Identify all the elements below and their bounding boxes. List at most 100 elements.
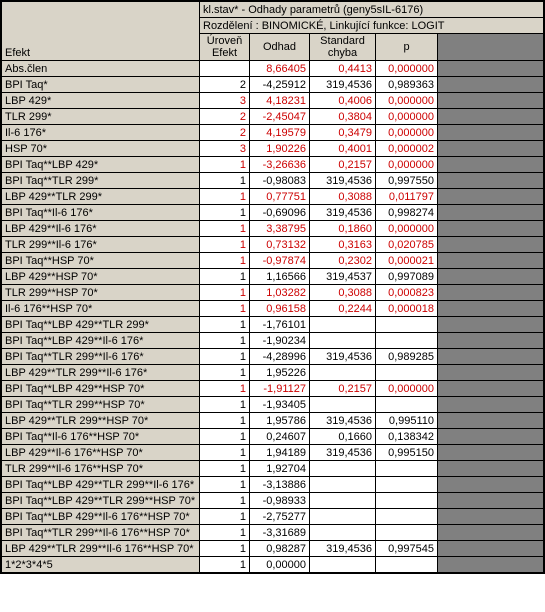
- cell-p: [376, 525, 438, 541]
- cell-estimate: -1,90234: [250, 333, 310, 349]
- cell-level: 1: [200, 237, 250, 253]
- cell-level: 1: [200, 493, 250, 509]
- cell-estimate: 1,95786: [250, 413, 310, 429]
- cell-stderr: [310, 477, 376, 493]
- cell-p: 0,020785: [376, 237, 438, 253]
- cell-level: 1: [200, 445, 250, 461]
- cell-estimate: -3,13886: [250, 477, 310, 493]
- cell-level: 1: [200, 365, 250, 381]
- cell-filler: [438, 333, 544, 349]
- cell-filler: [438, 269, 544, 285]
- row-label: BPI Taq**LBP 429**Il-6 176*: [2, 333, 200, 349]
- cell-level: 1: [200, 509, 250, 525]
- cell-filler: [438, 541, 544, 557]
- cell-estimate: -0,69096: [250, 205, 310, 221]
- row-label: BPI Taq*: [2, 77, 200, 93]
- cell-level: 1: [200, 525, 250, 541]
- table-row: LBP 429**HSP 70*11,16566319,45370,997089: [2, 269, 544, 285]
- cell-level: 1: [200, 429, 250, 445]
- row-label: BPI Taq**Il-6 176*: [2, 205, 200, 221]
- col-level: ÚroveňEfekt: [200, 34, 250, 61]
- cell-level: 1: [200, 349, 250, 365]
- cell-estimate: -1,91127: [250, 381, 310, 397]
- row-label: Il-6 176**HSP 70*: [2, 301, 200, 317]
- cell-estimate: -4,28996: [250, 349, 310, 365]
- cell-stderr: 319,4537: [310, 269, 376, 285]
- cell-p: 0,997089: [376, 269, 438, 285]
- cell-level: 1: [200, 173, 250, 189]
- table-row: LBP 429**Il-6 176**HSP 70*11,94189319,45…: [2, 445, 544, 461]
- cell-filler: [438, 157, 544, 173]
- cell-level: 1: [200, 397, 250, 413]
- cell-stderr: [310, 525, 376, 541]
- cell-filler: [438, 93, 544, 109]
- cell-estimate: -0,97874: [250, 253, 310, 269]
- cell-stderr: 319,4536: [310, 445, 376, 461]
- cell-level: 1: [200, 557, 250, 573]
- cell-filler: [438, 413, 544, 429]
- cell-p: 0,000021: [376, 253, 438, 269]
- col-p: p: [376, 34, 438, 61]
- row-label: TLR 299**HSP 70*: [2, 285, 200, 301]
- row-label: LBP 429**Il-6 176*: [2, 221, 200, 237]
- cell-estimate: 0,00000: [250, 557, 310, 573]
- cell-estimate: 1,16566: [250, 269, 310, 285]
- cell-estimate: 1,90226: [250, 141, 310, 157]
- cell-filler: [438, 189, 544, 205]
- cell-filler: [438, 461, 544, 477]
- table-row: LBP 429**Il-6 176*13,387950,18600,000000: [2, 221, 544, 237]
- cell-stderr: 319,4536: [310, 205, 376, 221]
- table-row: BPI Taq*2-4,25912319,45360,989363: [2, 77, 544, 93]
- cell-stderr: 0,1660: [310, 429, 376, 445]
- row-label: TLR 299**Il-6 176**HSP 70*: [2, 461, 200, 477]
- cell-p: 0,000000: [376, 109, 438, 125]
- cell-stderr: 0,2302: [310, 253, 376, 269]
- cell-level: 1: [200, 301, 250, 317]
- table-row: BPI Taq**HSP 70*1-0,978740,23020,000021: [2, 253, 544, 269]
- cell-p: [376, 317, 438, 333]
- cell-level: 1: [200, 333, 250, 349]
- cell-p: 0,997550: [376, 173, 438, 189]
- cell-p: 0,989363: [376, 77, 438, 93]
- cell-level: 1: [200, 381, 250, 397]
- table-row: TLR 299**Il-6 176**HSP 70*11,92704: [2, 461, 544, 477]
- table-row: BPI Taq**TLR 299*1-0,98083319,45360,9975…: [2, 173, 544, 189]
- row-label: BPI Taq**LBP 429**Il-6 176**HSP 70*: [2, 509, 200, 525]
- cell-stderr: 0,4006: [310, 93, 376, 109]
- cell-estimate: -1,76101: [250, 317, 310, 333]
- cell-estimate: 4,18231: [250, 93, 310, 109]
- cell-estimate: -3,26636: [250, 157, 310, 173]
- cell-estimate: 3,38795: [250, 221, 310, 237]
- table-row: LBP 429**TLR 299**HSP 70*11,95786319,453…: [2, 413, 544, 429]
- cell-p: 0,000000: [376, 381, 438, 397]
- row-label: BPI Taq**TLR 299**Il-6 176*: [2, 349, 200, 365]
- row-label: BPI Taq**TLR 299*: [2, 173, 200, 189]
- cell-stderr: 0,4413: [310, 61, 376, 77]
- cell-level: 1: [200, 269, 250, 285]
- cell-level: 3: [200, 141, 250, 157]
- cell-p: 0,000000: [376, 61, 438, 77]
- table-row: LBP 429*34,182310,40060,000000: [2, 93, 544, 109]
- table-row: BPI Taq**TLR 299**Il-6 176*1-4,28996319,…: [2, 349, 544, 365]
- row-label: TLR 299*: [2, 109, 200, 125]
- table-row: BPI Taq**Il-6 176*1-0,69096319,45360,998…: [2, 205, 544, 221]
- cell-p: [376, 333, 438, 349]
- cell-level: [200, 61, 250, 77]
- row-label: LBP 429**TLR 299**Il-6 176*: [2, 365, 200, 381]
- cell-p: 0,998274: [376, 205, 438, 221]
- cell-level: 2: [200, 77, 250, 93]
- table-row: 1*2*3*4*510,00000: [2, 557, 544, 573]
- table-row: LBP 429**TLR 299**Il-6 176*11,95226: [2, 365, 544, 381]
- cell-level: 1: [200, 317, 250, 333]
- cell-estimate: 1,95226: [250, 365, 310, 381]
- cell-stderr: 319,4536: [310, 413, 376, 429]
- cell-stderr: 0,3163: [310, 237, 376, 253]
- cell-stderr: [310, 333, 376, 349]
- row-label: BPI Taq**HSP 70*: [2, 253, 200, 269]
- col-stderr: Standardchyba: [310, 34, 376, 61]
- cell-p: [376, 397, 438, 413]
- results-table: Efekt kl.stav* - Odhady parametrů (geny5…: [0, 0, 545, 574]
- cell-stderr: [310, 317, 376, 333]
- cell-filler: [438, 493, 544, 509]
- cell-stderr: [310, 557, 376, 573]
